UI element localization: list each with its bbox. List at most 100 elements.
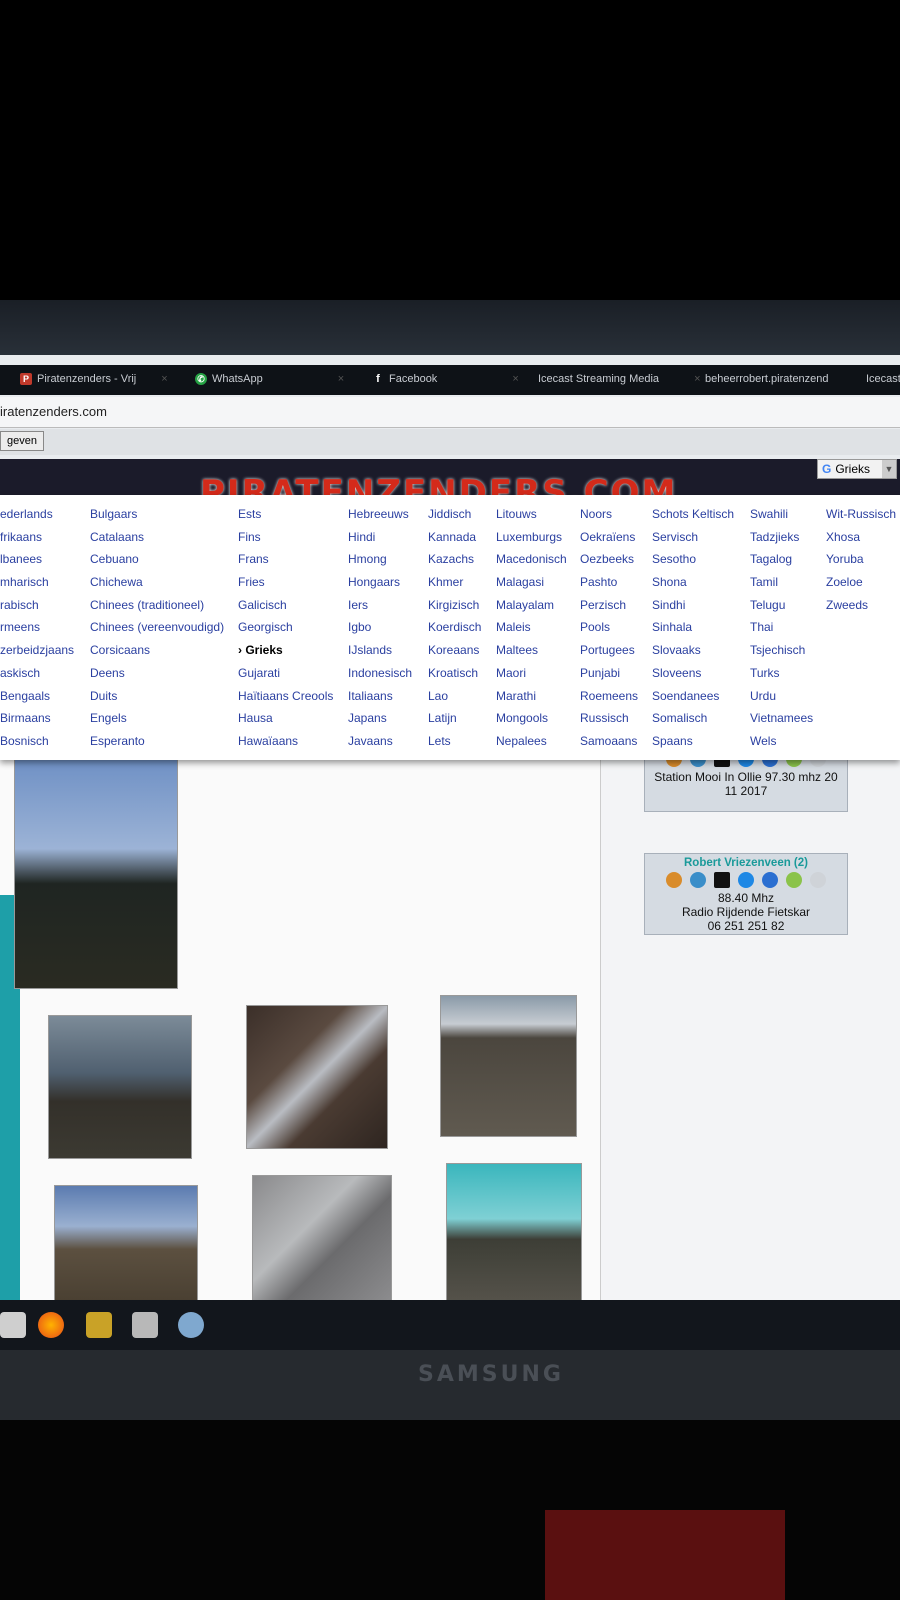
language-option[interactable]: Wels	[750, 730, 824, 753]
language-option[interactable]: Portugees	[580, 639, 650, 662]
language-option[interactable]: Igbo	[348, 616, 426, 639]
language-option[interactable]: Swahili	[750, 503, 824, 526]
language-option[interactable]: Fins	[238, 526, 346, 549]
language-option[interactable]: Chinees (traditioneel)	[90, 594, 236, 617]
language-select[interactable]: G Grieks ▼	[817, 459, 897, 479]
mediaplayer-icon[interactable]	[690, 872, 706, 888]
language-option[interactable]: Jiddisch	[428, 503, 494, 526]
android-icon[interactable]	[786, 872, 802, 888]
language-option[interactable]: Galicisch	[238, 594, 346, 617]
language-option[interactable]: Hebreeuws	[348, 503, 426, 526]
language-option[interactable]: Spaans	[652, 730, 748, 753]
language-option[interactable]: Bosnisch	[0, 730, 88, 753]
language-option[interactable]: Lao	[428, 685, 494, 708]
winamp-icon[interactable]	[666, 872, 682, 888]
station-card[interactable]: Robert Vriezenveen (2) 88.40 Mhz Radio R…	[644, 853, 848, 935]
language-option[interactable]: Chichewa	[90, 571, 236, 594]
language-option[interactable]: › Grieks	[238, 639, 346, 662]
language-option[interactable]: Tadzjieks	[750, 526, 824, 549]
language-option[interactable]: Yoruba	[826, 548, 900, 571]
language-option[interactable]: Kazachs	[428, 548, 494, 571]
language-option[interactable]: Soendanees	[652, 685, 748, 708]
language-option[interactable]: Sloveens	[652, 662, 748, 685]
firefox-icon[interactable]	[38, 1312, 64, 1338]
close-icon[interactable]: ×	[512, 373, 518, 385]
language-option[interactable]: Zweeds	[826, 594, 900, 617]
station-title[interactable]: Robert Vriezenveen (2)	[645, 857, 847, 869]
language-option[interactable]: Oezbeeks	[580, 548, 650, 571]
language-option[interactable]: Malagasi	[496, 571, 578, 594]
language-option[interactable]: Duits	[90, 685, 236, 708]
language-option[interactable]: Perzisch	[580, 594, 650, 617]
language-option[interactable]: Pools	[580, 616, 650, 639]
ie-icon[interactable]	[762, 872, 778, 888]
language-option[interactable]: IJslands	[348, 639, 426, 662]
language-option[interactable]: Schots Keltisch	[652, 503, 748, 526]
language-option[interactable]: Engels	[90, 707, 236, 730]
language-option[interactable]: Maltees	[496, 639, 578, 662]
language-option[interactable]: Punjabi	[580, 662, 650, 685]
language-option[interactable]: Sindhi	[652, 594, 748, 617]
language-option[interactable]: Latijn	[428, 707, 494, 730]
language-option[interactable]: Khmer	[428, 571, 494, 594]
language-option[interactable]: Kirgizisch	[428, 594, 494, 617]
apple-icon[interactable]	[810, 872, 826, 888]
language-option[interactable]: Birmaans	[0, 707, 88, 730]
language-option[interactable]: Koerdisch	[428, 616, 494, 639]
language-option[interactable]: Zoeloe	[826, 571, 900, 594]
language-option[interactable]: Vietnamees	[750, 707, 824, 730]
photo-thumbnail[interactable]	[446, 1163, 582, 1300]
language-option[interactable]: Sinhala	[652, 616, 748, 639]
close-icon[interactable]: ×	[338, 373, 344, 385]
language-option[interactable]: Macedonisch	[496, 548, 578, 571]
language-option[interactable]: Shona	[652, 571, 748, 594]
realplayer-icon[interactable]	[714, 872, 730, 888]
photo-thumbnail[interactable]	[14, 755, 178, 989]
language-option[interactable]: Frans	[238, 548, 346, 571]
language-option[interactable]: Haïtiaans Creools	[238, 685, 346, 708]
photo-thumbnail[interactable]	[252, 1175, 392, 1300]
language-option[interactable]: Sesotho	[652, 548, 748, 571]
language-option[interactable]: Kannada	[428, 526, 494, 549]
language-option[interactable]: Gujarati	[238, 662, 346, 685]
quicktime-icon[interactable]	[738, 872, 754, 888]
photo-thumbnail[interactable]	[54, 1185, 198, 1300]
language-option[interactable]: Tamil	[750, 571, 824, 594]
language-option[interactable]: rabisch	[0, 594, 88, 617]
language-option[interactable]: Hausa	[238, 707, 346, 730]
language-option[interactable]: Nepalees	[496, 730, 578, 753]
photo-thumbnail[interactable]	[48, 1015, 192, 1159]
language-option[interactable]: Fries	[238, 571, 346, 594]
language-option[interactable]: Hmong	[348, 548, 426, 571]
language-option[interactable]: Marathi	[496, 685, 578, 708]
language-option[interactable]: Catalaans	[90, 526, 236, 549]
language-option[interactable]: Samoaans	[580, 730, 650, 753]
language-option[interactable]: Maleis	[496, 616, 578, 639]
language-option[interactable]: Japans	[348, 707, 426, 730]
language-option[interactable]: Bulgaars	[90, 503, 236, 526]
language-option[interactable]: Thai	[750, 616, 824, 639]
language-option[interactable]: Georgisch	[238, 616, 346, 639]
language-option[interactable]: Slovaaks	[652, 639, 748, 662]
tab-whatsapp[interactable]: ✆ WhatsApp ×	[195, 373, 344, 385]
address-bar[interactable]: iratenzenders.com	[0, 397, 900, 428]
close-icon[interactable]: ×	[161, 373, 167, 385]
language-option[interactable]: askisch	[0, 662, 88, 685]
language-option[interactable]: Wit-Russisch	[826, 503, 900, 526]
language-option[interactable]: Hindi	[348, 526, 426, 549]
tab-facebook[interactable]: f Facebook ×	[372, 373, 519, 385]
language-option[interactable]: Roemeens	[580, 685, 650, 708]
language-option[interactable]: Lets	[428, 730, 494, 753]
language-option[interactable]: Oekraïens	[580, 526, 650, 549]
language-option[interactable]: Cebuano	[90, 548, 236, 571]
language-option[interactable]: ederlands	[0, 503, 88, 526]
language-option[interactable]: Hawaïaans	[238, 730, 346, 753]
language-option[interactable]: Esperanto	[90, 730, 236, 753]
tab-icecast-streaming[interactable]: Icecast Streaming Media ×	[538, 373, 701, 385]
language-option[interactable]: Luxemburgs	[496, 526, 578, 549]
language-option[interactable]: Javaans	[348, 730, 426, 753]
language-option[interactable]: Ests	[238, 503, 346, 526]
language-option[interactable]: Koreaans	[428, 639, 494, 662]
tool-icon[interactable]	[132, 1312, 158, 1338]
language-option[interactable]: Maori	[496, 662, 578, 685]
